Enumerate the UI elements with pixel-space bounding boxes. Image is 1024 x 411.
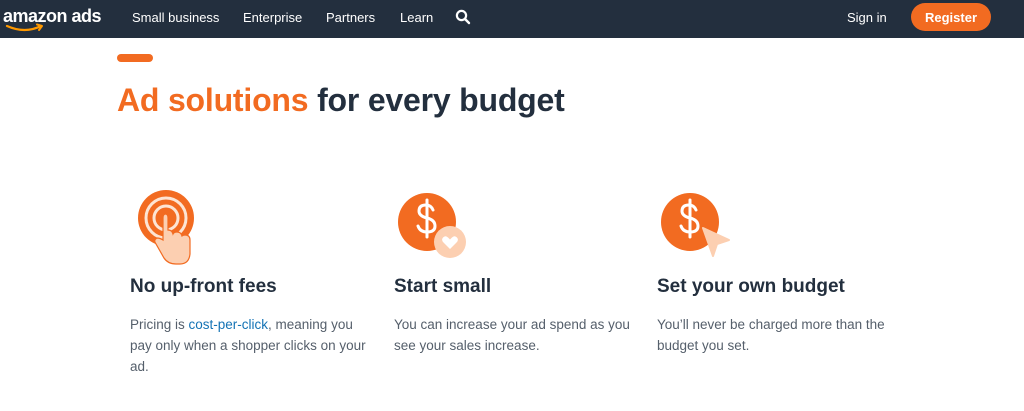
smile-arrow-icon	[5, 23, 43, 32]
feature-description: You can increase your ad spend as you se…	[394, 317, 630, 353]
top-nav: amazon ads Small business Enterprise Par…	[0, 0, 1024, 38]
register-button[interactable]: Register	[911, 3, 991, 31]
page-title: Ad solutions for every budget	[117, 82, 565, 119]
feature-description: You’ll never be charged more than the bu…	[657, 317, 885, 353]
tap-target-icon	[138, 190, 194, 265]
feature-title: No up-front fees	[130, 276, 277, 297]
feature-title: Set your own budget	[657, 276, 845, 297]
amazon-ads-logo[interactable]: amazon ads	[3, 4, 103, 34]
nav-link-small-business[interactable]: Small business	[132, 10, 219, 25]
cost-per-click-link[interactable]: cost-per-click	[189, 317, 269, 332]
search-icon[interactable]	[455, 9, 471, 25]
dollar-cursor-icon	[661, 193, 730, 257]
dollar-heart-icon	[398, 193, 466, 258]
accent-bar	[117, 54, 153, 62]
nav-link-enterprise[interactable]: Enterprise	[243, 10, 302, 25]
nav-link-learn[interactable]: Learn	[400, 10, 433, 25]
feature-title: Start small	[394, 276, 492, 297]
headline-rest: for every budget	[308, 82, 565, 118]
sign-in-link[interactable]: Sign in	[847, 10, 887, 25]
headline-accent: Ad solutions	[117, 82, 309, 118]
feature-description: Pricing is cost-per-click, meaning you p…	[130, 317, 366, 374]
nav-link-partners[interactable]: Partners	[326, 10, 375, 25]
